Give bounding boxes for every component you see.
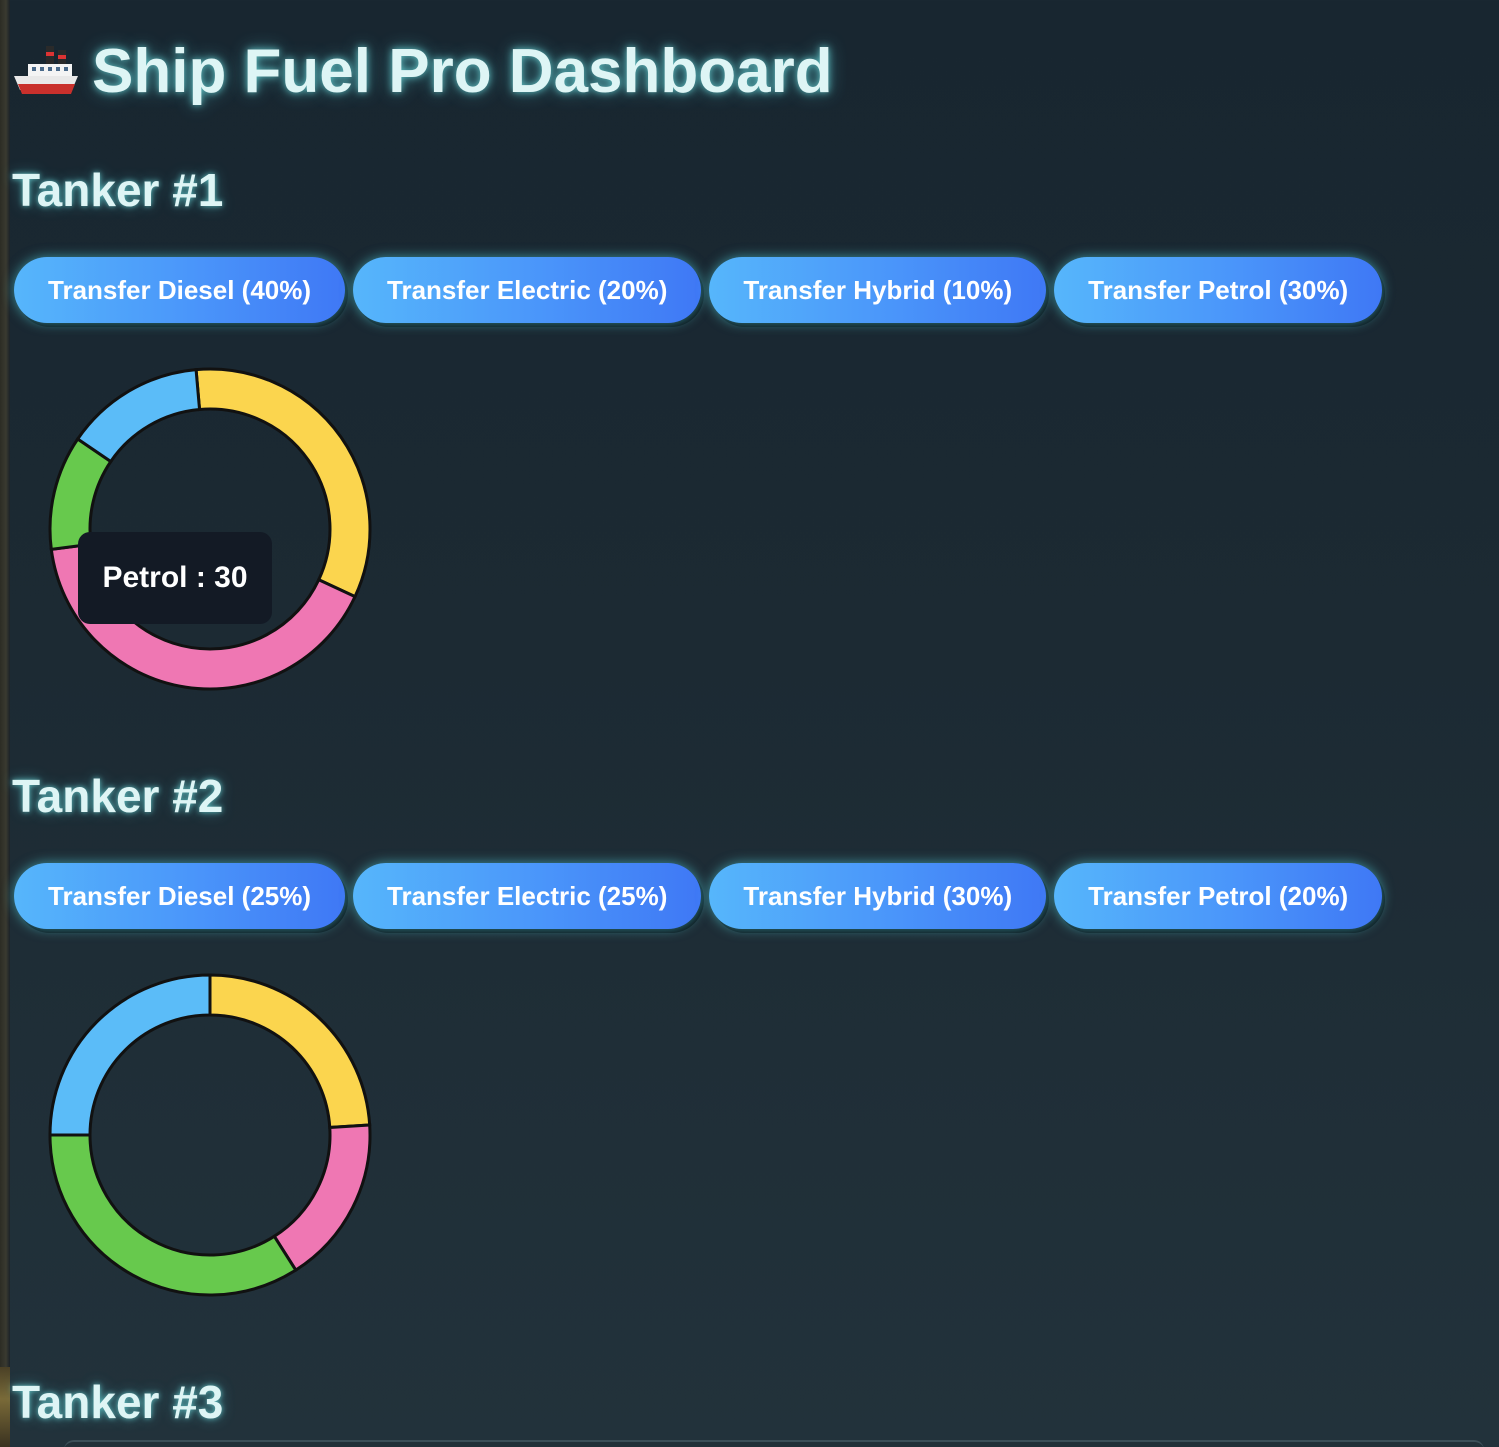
- tanker-1-donut-chart[interactable]: [48, 367, 372, 691]
- transfer-hybrid-button[interactable]: Transfer Hybrid (10%): [709, 257, 1047, 323]
- donut-slice-petrol[interactable]: [48, 1133, 298, 1297]
- tanker-heading: Tanker #1: [12, 164, 224, 216]
- background-art: [0, 1367, 10, 1447]
- tanker-1-button-row: Transfer Diesel (40%) Transfer Electric …: [14, 257, 1383, 323]
- tanker-2-donut-chart[interactable]: [48, 973, 372, 1297]
- transfer-electric-button[interactable]: Transfer Electric (25%): [353, 863, 702, 929]
- donut-chart-svg: [48, 367, 372, 691]
- transfer-petrol-button[interactable]: Transfer Petrol (20%): [1054, 863, 1383, 929]
- tanker-heading: Tanker #3: [12, 1376, 224, 1428]
- chart-tooltip: Petrol : 30: [78, 532, 272, 624]
- donut-slice-hybrid[interactable]: [272, 1123, 372, 1273]
- tanker-2-button-row: Transfer Diesel (25%) Transfer Electric …: [14, 863, 1383, 929]
- transfer-petrol-button[interactable]: Transfer Petrol (30%): [1054, 257, 1383, 323]
- window-left-edge: [0, 0, 10, 1447]
- transfer-diesel-button[interactable]: Transfer Diesel (25%): [14, 863, 346, 929]
- transfer-hybrid-button[interactable]: Transfer Hybrid (30%): [709, 863, 1047, 929]
- transfer-electric-button[interactable]: Transfer Electric (20%): [353, 257, 702, 323]
- donut-slice-diesel[interactable]: [48, 973, 212, 1137]
- page-title: Ship Fuel Pro Dashboard: [12, 36, 833, 107]
- transfer-diesel-button[interactable]: Transfer Diesel (40%): [14, 257, 346, 323]
- donut-slice-electric[interactable]: [208, 973, 372, 1130]
- donut-slice-diesel[interactable]: [75, 367, 202, 464]
- donut-chart-svg: [48, 973, 372, 1297]
- page-title-text: Ship Fuel Pro Dashboard: [92, 37, 833, 106]
- tanker-heading: Tanker #2: [12, 770, 224, 822]
- tanker-3-button-row-edge: [64, 1440, 1484, 1447]
- ship-icon: [12, 38, 80, 106]
